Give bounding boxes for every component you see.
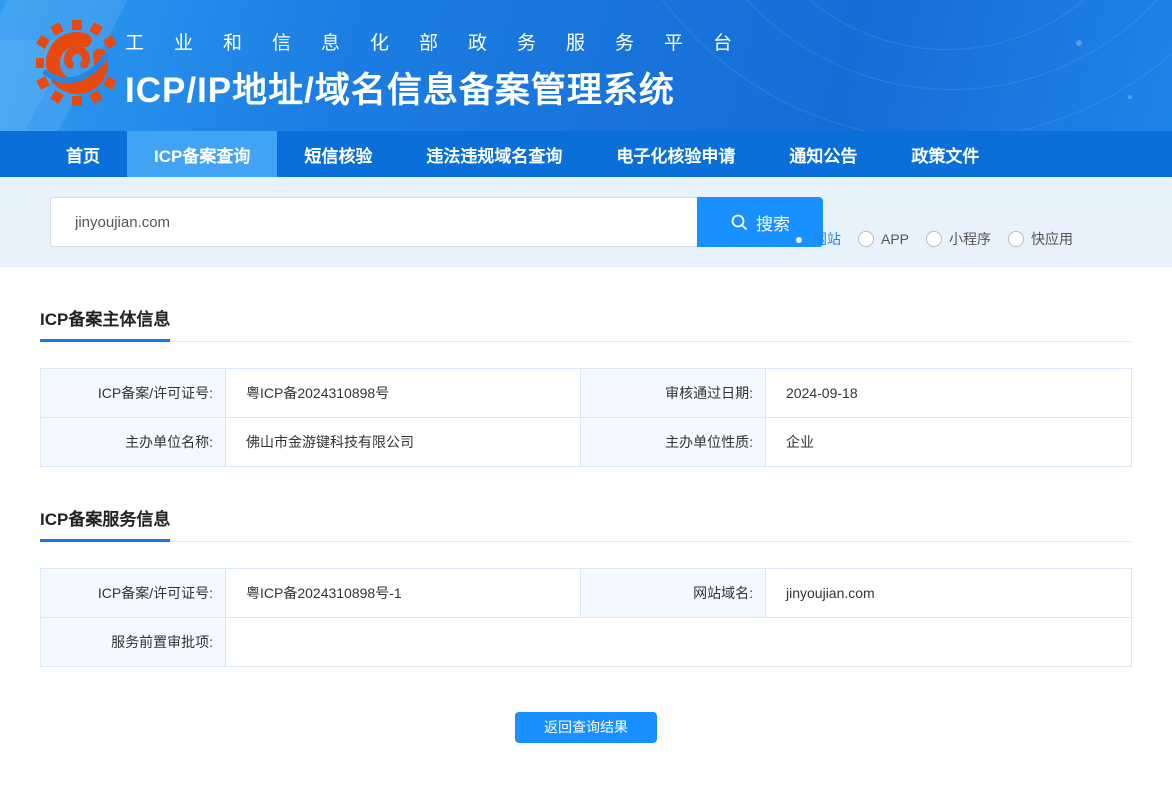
radio-quick-app[interactable]: 快应用 <box>1008 229 1073 249</box>
section-title-subject-info: ICP备案主体信息 <box>40 305 171 342</box>
page-title: ICP/IP地址/域名信息备案管理系统 <box>125 71 675 110</box>
field-label: 主办单位性质: <box>581 418 766 467</box>
field-label: 主办单位名称: <box>41 418 226 467</box>
nav-item-home[interactable]: 首页 <box>39 131 127 177</box>
header-subtitle: 工业和信息化部政务服务平台 <box>125 33 763 54</box>
radio-mini-program[interactable]: 小程序 <box>926 229 991 249</box>
radio-icon <box>926 231 943 247</box>
radio-website[interactable]: 网站 <box>790 229 841 249</box>
section-title-service-info: ICP备案服务信息 <box>40 505 171 542</box>
main-nav: 首页 ICP备案查询 短信核验 违法违规域名查询 电子化核验申请 通知公告 政策… <box>0 131 1172 177</box>
field-label: 审核通过日期: <box>581 369 766 418</box>
header-decoration-dot <box>1076 40 1082 46</box>
nav-item-illegal-domain-query[interactable]: 违法违规域名查询 <box>399 131 589 177</box>
radio-label: 小程序 <box>949 231 992 247</box>
main-content: ICP备案主体信息 ICP备案/许可证号: 粤ICP备2024310898号 审… <box>0 305 1172 743</box>
search-type-radio-group: 网站 APP 小程序 快应用 <box>790 229 1073 249</box>
field-value: 粤ICP备2024310898号 <box>226 369 581 418</box>
field-label: 网站域名: <box>581 569 766 618</box>
field-value: jinyoujian.com <box>766 569 1132 618</box>
nav-item-policy-docs[interactable]: 政策文件 <box>884 131 1006 177</box>
field-value: 2024-09-18 <box>766 369 1132 418</box>
radio-label: APP <box>881 231 910 247</box>
header-decoration-dot <box>1128 95 1132 99</box>
subject-info-table: ICP备案/许可证号: 粤ICP备2024310898号 审核通过日期: 202… <box>40 368 1132 467</box>
radio-icon <box>1008 231 1025 247</box>
field-value <box>226 618 1132 667</box>
search-button-label: 搜索 <box>756 214 790 234</box>
field-label: ICP备案/许可证号: <box>41 369 226 418</box>
search-icon <box>731 214 747 230</box>
radio-label: 快应用 <box>1031 231 1074 247</box>
nav-item-sms-verify[interactable]: 短信核验 <box>277 131 399 177</box>
gear-e-logo-icon <box>36 20 117 106</box>
field-label: ICP备案/许可证号: <box>41 569 226 618</box>
radio-app[interactable]: APP <box>858 231 909 247</box>
nav-item-icp-query[interactable]: ICP备案查询 <box>127 131 278 177</box>
search-input[interactable] <box>50 197 697 247</box>
nav-item-e-verify-apply[interactable]: 电子化核验申请 <box>589 131 762 177</box>
service-info-table: ICP备案/许可证号: 粤ICP备2024310898号-1 网站域名: jin… <box>40 568 1132 667</box>
radio-icon <box>858 231 874 247</box>
radio-label: 网站 <box>813 231 841 247</box>
section-head-service-info: ICP备案服务信息 <box>40 505 1132 542</box>
section-head-subject-info: ICP备案主体信息 <box>40 305 1132 342</box>
nav-item-notices[interactable]: 通知公告 <box>762 131 884 177</box>
app-header: 工业和信息化部政务服务平台 ICP/IP地址/域名信息备案管理系统 <box>0 0 1172 131</box>
field-label: 服务前置审批项: <box>41 618 226 667</box>
back-to-results-button[interactable]: 返回查询结果 <box>515 712 657 743</box>
field-value: 佛山市金游键科技有限公司 <box>226 418 581 467</box>
search-section: 搜索 网站 APP 小程序 快应用 <box>0 177 1172 267</box>
field-value: 粤ICP备2024310898号-1 <box>226 569 581 618</box>
radio-icon <box>790 231 806 247</box>
field-value: 企业 <box>766 418 1132 467</box>
